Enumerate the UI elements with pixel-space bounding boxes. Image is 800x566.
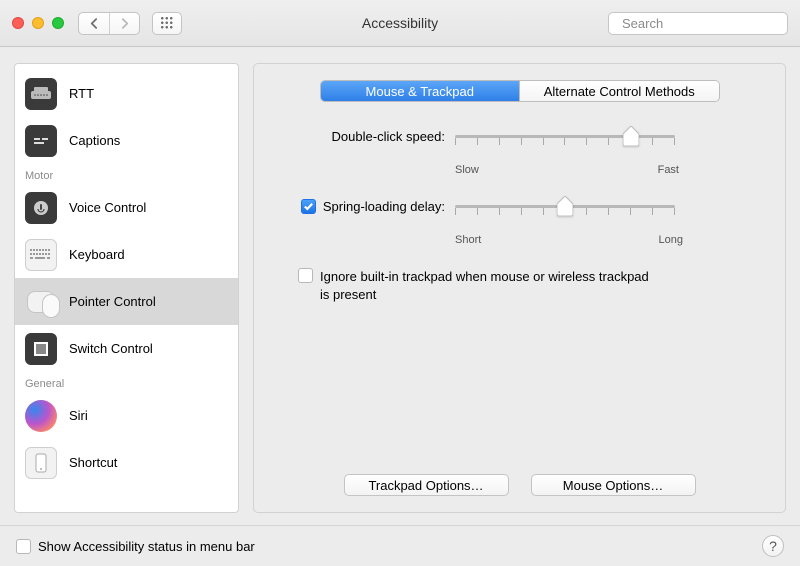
sidebar-item-siri[interactable]: Siri [15, 392, 238, 439]
show-status-menubar-label: Show Accessibility status in menu bar [38, 539, 255, 554]
slider-ticks [455, 138, 675, 145]
button-label: Mouse Options… [563, 478, 663, 493]
voice-control-icon [25, 192, 57, 224]
grid-icon [160, 16, 174, 30]
tab-group: Mouse & Trackpad Alternate Control Metho… [320, 80, 720, 102]
tab-alternate-control-methods[interactable]: Alternate Control Methods [519, 81, 719, 101]
settings-pane: Mouse & Trackpad Alternate Control Metho… [253, 63, 786, 513]
window-controls [12, 17, 64, 29]
sidebar-item-shortcut[interactable]: Shortcut [15, 439, 238, 486]
keyboard-icon [25, 239, 57, 271]
slider-min-label: Short [455, 234, 481, 246]
forward-button[interactable] [109, 13, 139, 34]
sidebar-item-label: Pointer Control [69, 294, 156, 309]
titlebar: Accessibility [0, 0, 800, 47]
trackpad-options-button[interactable]: Trackpad Options… [344, 474, 509, 496]
footer: Show Accessibility status in menu bar ? [0, 525, 800, 566]
tab-mouse-trackpad[interactable]: Mouse & Trackpad [321, 81, 520, 101]
slider-min-label: Slow [455, 164, 479, 176]
sidebar-item-label: Siri [69, 408, 88, 423]
search-field[interactable] [608, 12, 788, 35]
sidebar-item-voice-control[interactable]: Voice Control [15, 184, 238, 231]
content-area: RTT Captions Motor Voice Control Ke [0, 47, 800, 525]
sidebar-item-label: Keyboard [69, 247, 125, 262]
nav-back-forward [78, 12, 140, 35]
tab-label: Mouse & Trackpad [366, 84, 474, 99]
sidebar-item-label: Switch Control [69, 341, 153, 356]
show-all-prefs-button[interactable] [152, 12, 182, 35]
shortcut-icon [25, 447, 57, 479]
mouse-options-button[interactable]: Mouse Options… [531, 474, 696, 496]
sidebar-item-keyboard[interactable]: Keyboard [15, 231, 238, 278]
show-status-menubar-checkbox[interactable] [16, 539, 31, 554]
zoom-window-button[interactable] [52, 17, 64, 29]
sidebar-item-rtt[interactable]: RTT [15, 70, 238, 117]
spring-loading-checkbox[interactable] [301, 199, 316, 214]
tab-label: Alternate Control Methods [544, 84, 695, 99]
ignore-trackpad-checkbox[interactable] [298, 268, 313, 283]
sidebar-item-label: Voice Control [69, 200, 146, 215]
sidebar[interactable]: RTT Captions Motor Voice Control Ke [14, 63, 239, 513]
checkmark-icon [303, 201, 314, 212]
slider-ticks [455, 208, 675, 215]
slider-max-label: Long [659, 234, 683, 246]
help-icon: ? [769, 538, 777, 554]
sidebar-header-motor: Motor [15, 164, 238, 184]
sidebar-item-captions[interactable]: Captions [15, 117, 238, 164]
back-button[interactable] [79, 13, 109, 34]
close-window-button[interactable] [12, 17, 24, 29]
row-spring-loading: Spring-loading delay: Short Long [270, 198, 769, 246]
siri-icon [25, 400, 57, 432]
switch-control-icon [25, 333, 57, 365]
sidebar-item-pointer-control[interactable]: Pointer Control [15, 278, 238, 325]
double-click-label: Double-click speed: [270, 128, 455, 144]
minimize-window-button[interactable] [32, 17, 44, 29]
search-input[interactable] [620, 15, 800, 32]
row-double-click-speed: Double-click speed: Slow Fast [270, 128, 769, 176]
slider-max-label: Fast [658, 164, 679, 176]
slider-labels: Slow Fast [455, 164, 679, 176]
sidebar-item-label: Captions [69, 133, 120, 148]
rtt-icon [25, 78, 57, 110]
sidebar-item-switch-control[interactable]: Switch Control [15, 325, 238, 372]
spring-loading-label: Spring-loading delay: [323, 199, 445, 214]
pointer-control-icon [25, 286, 57, 318]
help-button[interactable]: ? [762, 535, 784, 557]
spring-loading-slider[interactable] [455, 198, 675, 214]
sidebar-header-general: General [15, 372, 238, 392]
ignore-trackpad-label: Ignore built-in trackpad when mouse or w… [320, 268, 660, 303]
row-ignore-trackpad: Ignore built-in trackpad when mouse or w… [270, 268, 769, 303]
button-label: Trackpad Options… [368, 478, 483, 493]
sidebar-item-label: RTT [69, 86, 94, 101]
captions-icon [25, 125, 57, 157]
double-click-speed-slider[interactable] [455, 128, 675, 144]
options-button-row: Trackpad Options… Mouse Options… [254, 474, 785, 496]
sidebar-item-label: Shortcut [69, 455, 117, 470]
slider-labels: Short Long [455, 234, 683, 246]
